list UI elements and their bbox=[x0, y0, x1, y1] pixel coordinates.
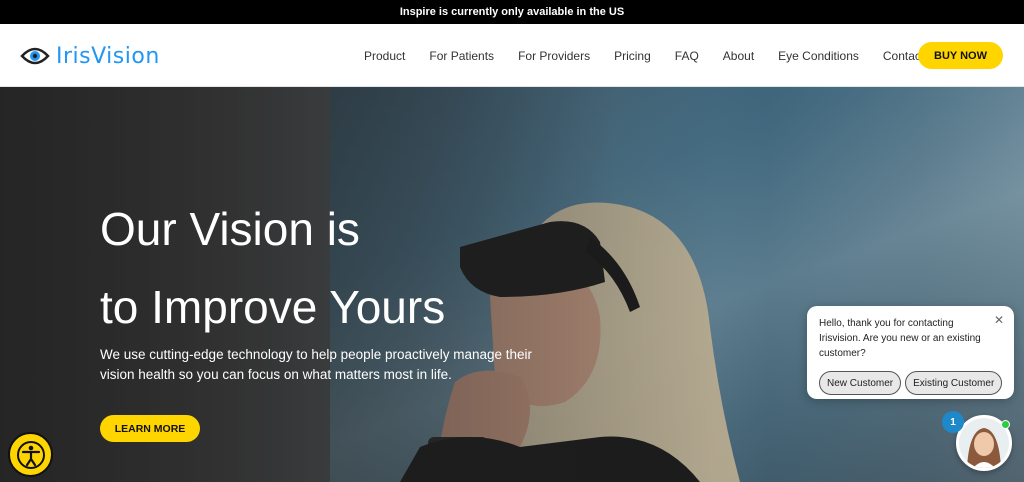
hero-headline-line-1: Our Vision is bbox=[100, 203, 360, 255]
close-icon[interactable]: ✕ bbox=[994, 313, 1004, 327]
nav-item-eye-conditions[interactable]: Eye Conditions bbox=[778, 49, 859, 63]
nav-item-product[interactable]: Product bbox=[364, 49, 405, 63]
nav-item-for-patients[interactable]: For Patients bbox=[429, 49, 494, 63]
accessibility-icon bbox=[16, 440, 45, 469]
announcement-text: Inspire is currently only available in t… bbox=[399, 6, 625, 18]
nav-item-for-providers[interactable]: For Providers bbox=[518, 49, 590, 63]
nav-menu: Product For Patients For Providers Prici… bbox=[352, 24, 954, 87]
new-customer-button[interactable]: New Customer bbox=[819, 371, 902, 395]
announcement-bar: Inspire is currently only available in t… bbox=[0, 0, 1024, 24]
nav-item-about[interactable]: About bbox=[723, 49, 754, 63]
chat-message: Hello, thank you for contacting Irisvisi… bbox=[819, 318, 981, 359]
existing-customer-button[interactable]: Existing Customer bbox=[905, 371, 1003, 395]
nav-item-faq[interactable]: FAQ bbox=[675, 49, 699, 63]
chat-notification-badge: 1 bbox=[942, 411, 964, 433]
nav-item-pricing[interactable]: Pricing bbox=[614, 49, 651, 63]
learn-more-button[interactable]: LEARN MORE bbox=[100, 415, 200, 442]
main-navigation: IrisVision Product For Patients For Prov… bbox=[0, 24, 1024, 87]
accessibility-button[interactable] bbox=[8, 432, 53, 477]
hero-headline: Our Vision is to Improve Yours bbox=[100, 190, 445, 346]
hero-headline-line-2: to Improve Yours bbox=[100, 281, 446, 333]
chat-popup: ✕ Hello, thank you for contacting Irisvi… bbox=[807, 306, 1014, 399]
site-logo[interactable]: IrisVision bbox=[20, 42, 160, 70]
buy-now-button[interactable]: BUY NOW bbox=[918, 42, 1003, 69]
online-status-indicator bbox=[1001, 420, 1010, 429]
logo-text: IrisVision bbox=[56, 43, 160, 69]
chat-options: New Customer Existing Customer bbox=[819, 371, 1003, 395]
hero-subtext: We use cutting-edge technology to help p… bbox=[100, 347, 533, 382]
eye-logo-icon bbox=[20, 47, 50, 65]
